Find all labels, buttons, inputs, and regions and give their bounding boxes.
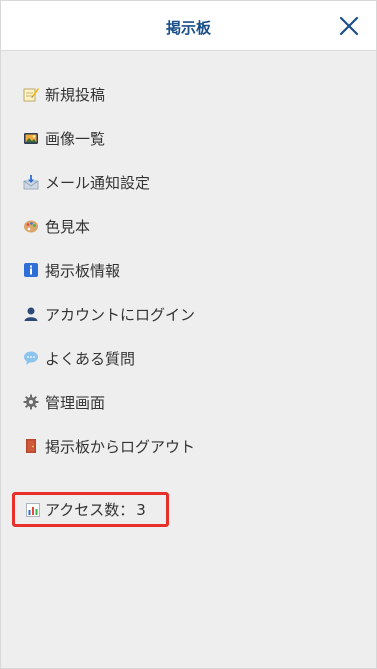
info-icon bbox=[23, 262, 39, 278]
close-icon[interactable] bbox=[336, 13, 362, 39]
palette-icon bbox=[23, 218, 39, 234]
page-title: 掲示板 bbox=[165, 19, 211, 37]
menu-item-login[interactable]: アカウントにログイン bbox=[23, 300, 195, 328]
memo-pencil-icon bbox=[23, 86, 39, 102]
photo-icon bbox=[23, 130, 39, 146]
menu-item-image-list[interactable]: 画像一覧 bbox=[23, 124, 195, 152]
bar-chart-icon bbox=[26, 502, 40, 517]
menu-item-label: よくある質問 bbox=[45, 349, 136, 368]
menu-item-admin[interactable]: 管理画面 bbox=[23, 388, 195, 416]
drawer-panel: 掲示板 新規投稿 画像一覧 メール通知設定 色見本 掲示板情報 アカウントにログ… bbox=[0, 0, 377, 669]
speech-bubble-icon bbox=[23, 350, 39, 366]
access-counter-box: アクセス数： 3 bbox=[12, 492, 169, 527]
header-bar: 掲示板 bbox=[1, 1, 376, 51]
menu-item-mail-notification[interactable]: メール通知設定 bbox=[23, 168, 195, 196]
menu-item-faq[interactable]: よくある質問 bbox=[23, 344, 195, 372]
menu-item-label: 掲示板情報 bbox=[45, 261, 121, 280]
menu-item-label: 管理画面 bbox=[45, 393, 106, 412]
mail-download-icon bbox=[23, 174, 39, 190]
menu-item-color-samples[interactable]: 色見本 bbox=[23, 212, 195, 240]
menu-item-label: 画像一覧 bbox=[45, 129, 106, 148]
menu-item-label: アカウントにログイン bbox=[45, 305, 196, 324]
menu-list: 新規投稿 画像一覧 メール通知設定 色見本 掲示板情報 アカウントにログイン よ… bbox=[23, 80, 195, 476]
gear-icon bbox=[23, 394, 39, 410]
access-count-value: 3 bbox=[136, 500, 146, 519]
menu-item-board-info[interactable]: 掲示板情報 bbox=[23, 256, 195, 284]
access-count-label: アクセス数： bbox=[45, 501, 135, 519]
menu-item-label: 色見本 bbox=[45, 217, 91, 236]
door-icon bbox=[23, 438, 39, 454]
user-icon bbox=[23, 306, 39, 322]
menu-item-label: 新規投稿 bbox=[45, 85, 106, 104]
menu-item-label: 掲示板からログアウト bbox=[45, 437, 196, 456]
menu-item-new-post[interactable]: 新規投稿 bbox=[23, 80, 195, 108]
menu-item-label: メール通知設定 bbox=[45, 173, 151, 192]
menu-item-logout[interactable]: 掲示板からログアウト bbox=[23, 432, 195, 460]
